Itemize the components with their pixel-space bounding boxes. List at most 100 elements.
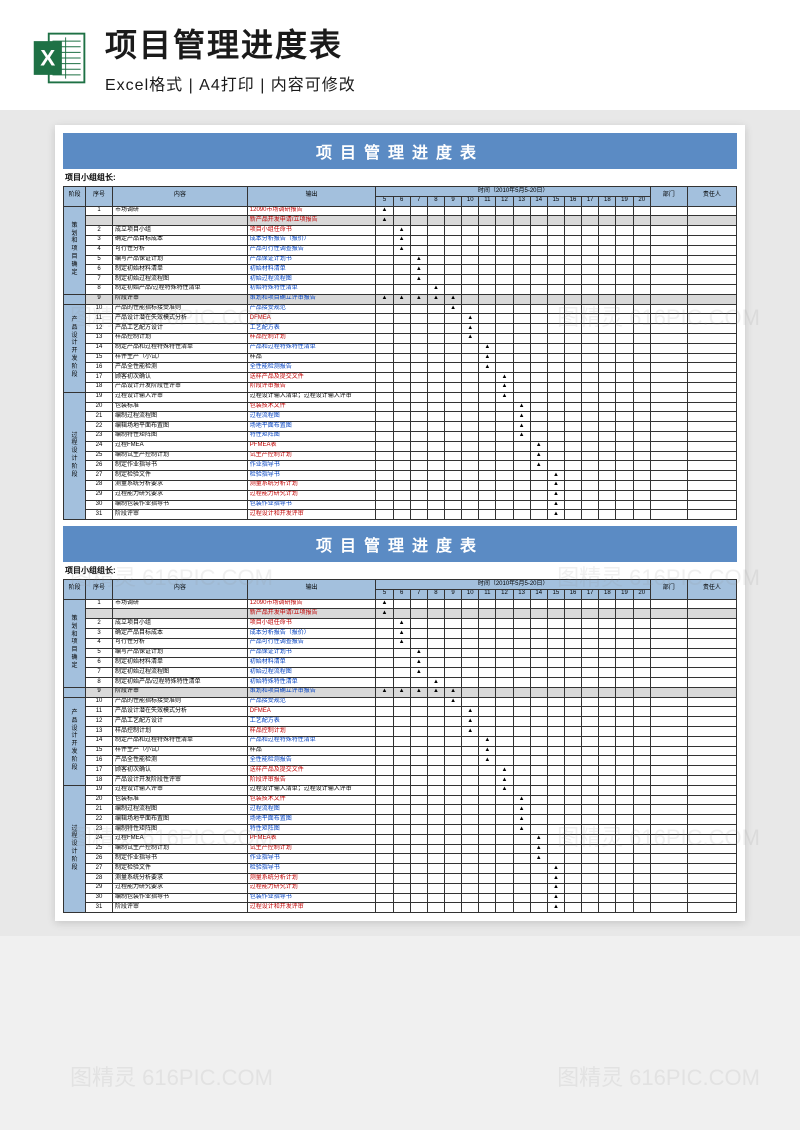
cell-content: 编制过程流程图	[113, 412, 248, 422]
cell-tick	[393, 333, 410, 343]
cell-tick	[633, 687, 650, 697]
cell-tick	[530, 638, 547, 648]
cell-tick	[410, 815, 427, 825]
cell-tick	[410, 619, 427, 629]
cell-tick: ▲	[445, 304, 462, 314]
cell-tick	[564, 392, 581, 402]
cell-tick	[599, 510, 616, 520]
cell-tick	[547, 412, 564, 422]
cell-tick	[547, 422, 564, 432]
cell-tick	[462, 500, 479, 510]
cell-tick	[582, 324, 599, 334]
cell-tick	[530, 893, 547, 903]
cell-tick	[633, 441, 650, 451]
cell-tick	[633, 756, 650, 766]
cell-tick	[616, 216, 633, 226]
cell-output: 作业指导书	[247, 854, 376, 864]
cell-tick	[410, 795, 427, 805]
cell-tick	[445, 795, 462, 805]
cell-seq: 28	[86, 874, 113, 884]
cell-tick	[427, 795, 444, 805]
cell-person	[687, 893, 736, 903]
cell-person	[687, 500, 736, 510]
cell-tick	[599, 599, 616, 609]
cell-content	[113, 216, 248, 226]
cell-tick	[633, 510, 650, 520]
cell-dept	[650, 343, 687, 353]
cell-tick	[616, 815, 633, 825]
cell-tick	[582, 373, 599, 383]
cell-tick: ▲	[479, 756, 496, 766]
cell-tick: ▲	[445, 294, 462, 304]
cell-person	[687, 284, 736, 294]
cell-content: 编制试生产控制计划	[113, 844, 248, 854]
phase-cell: 策划和项目确定	[64, 206, 86, 294]
cell-tick: ▲	[530, 451, 547, 461]
cell-tick: ▲	[462, 727, 479, 737]
cell-tick	[410, 490, 427, 500]
cell-tick	[410, 471, 427, 481]
cell-tick	[513, 480, 530, 490]
cell-dept	[650, 304, 687, 314]
cell-tick: ▲	[462, 314, 479, 324]
cell-seq: 10	[86, 304, 113, 314]
cell-tick	[445, 756, 462, 766]
cell-tick	[462, 668, 479, 678]
cell-seq: 3	[86, 629, 113, 639]
cell-tick	[479, 392, 496, 402]
cell-tick	[582, 629, 599, 639]
cell-tick	[427, 265, 444, 275]
table-row: 27制定检验文件检验指导书▲	[64, 864, 737, 874]
cell-tick	[547, 776, 564, 786]
cell-tick	[427, 402, 444, 412]
cell-dept	[650, 776, 687, 786]
cell-content: 编制特性矩阵图	[113, 825, 248, 835]
cell-dept	[650, 363, 687, 373]
cell-content: 确定产品目标成本	[113, 235, 248, 245]
cell-tick	[445, 736, 462, 746]
cell-tick	[376, 805, 393, 815]
table-row: 20包装标准包装技术文件▲	[64, 402, 737, 412]
cell-tick	[410, 697, 427, 707]
cell-tick	[427, 825, 444, 835]
cell-tick	[376, 304, 393, 314]
cell-tick	[599, 736, 616, 746]
cell-dept	[650, 255, 687, 265]
cell-tick: ▲	[479, 363, 496, 373]
cell-tick	[410, 343, 427, 353]
cell-person	[687, 510, 736, 520]
cell-tick	[427, 441, 444, 451]
cell-tick	[616, 629, 633, 639]
cell-tick	[564, 284, 581, 294]
cell-tick	[582, 805, 599, 815]
table-row: 新产品开发申请/立项报告▲	[64, 609, 737, 619]
cell-tick	[530, 874, 547, 884]
cell-tick	[410, 216, 427, 226]
cell-tick	[410, 226, 427, 236]
cell-tick	[616, 834, 633, 844]
cell-tick	[445, 785, 462, 795]
cell-tick: ▲	[530, 844, 547, 854]
cell-tick	[633, 893, 650, 903]
cell-tick	[616, 441, 633, 451]
cell-content: 制定初始材料清单	[113, 265, 248, 275]
cell-tick	[410, 805, 427, 815]
cell-output: 产品接受规范	[247, 697, 376, 707]
cell-tick	[513, 490, 530, 500]
cell-content: 制定检验文件	[113, 864, 248, 874]
cell-tick	[616, 480, 633, 490]
col-output: 输出	[247, 580, 376, 600]
cell-tick	[376, 619, 393, 629]
table-row: 9阶段评审策划和项目确立评审报告▲▲▲▲▲	[64, 294, 737, 304]
cell-person	[687, 687, 736, 697]
cell-tick: ▲	[547, 864, 564, 874]
cell-tick	[496, 255, 513, 265]
cell-tick	[547, 746, 564, 756]
cell-tick	[564, 324, 581, 334]
col-day: 9	[445, 196, 462, 206]
cell-tick	[616, 500, 633, 510]
cell-dept	[650, 746, 687, 756]
col-phase: 阶段	[64, 187, 86, 207]
table-row: 21编制过程流程图过程流程图▲	[64, 412, 737, 422]
cell-tick	[393, 776, 410, 786]
